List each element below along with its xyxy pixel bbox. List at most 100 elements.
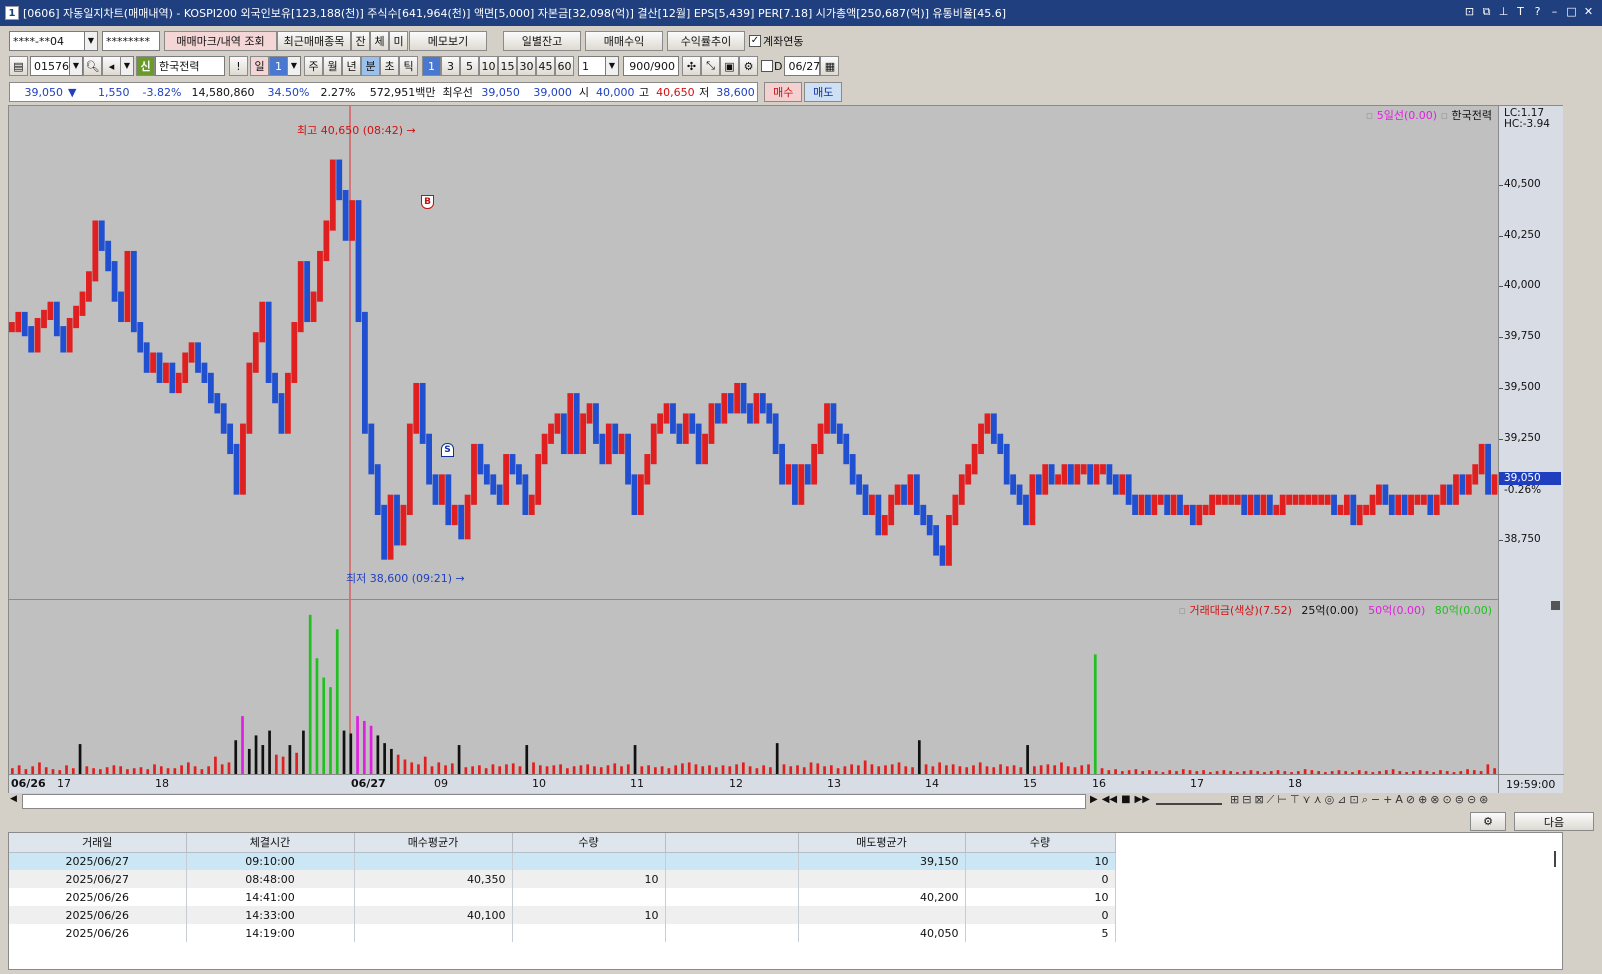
crosshair-icon[interactable]: ✣ bbox=[682, 56, 701, 76]
interval-10-button[interactable]: 10 bbox=[479, 56, 498, 76]
draw-tool-icon[interactable]: ⋏ bbox=[1314, 793, 1322, 807]
chevron-down-icon[interactable]: ▼ bbox=[606, 56, 619, 76]
password-field[interactable]: ******** bbox=[102, 31, 160, 51]
table-row[interactable]: 2025/06/27 09:10:00 39,150 10 bbox=[9, 852, 1116, 870]
draw-tool-icon[interactable]: ◎ bbox=[1325, 793, 1335, 807]
y-axis[interactable]: LC:1.17 HC:-3.94 40,500 40,250 40,000 39,75… bbox=[1498, 106, 1564, 794]
rewind-icon[interactable]: ◀◀ bbox=[1102, 794, 1117, 805]
search-icon[interactable]: 🔍︎ bbox=[83, 56, 102, 76]
trade-mark-query-button[interactable]: 매매마크/내역 조회 bbox=[164, 31, 277, 51]
pin-icon[interactable]: ⊥ bbox=[1496, 4, 1511, 19]
legend-50[interactable]: 50억(0.00) bbox=[1368, 604, 1425, 617]
magnifier-icon[interactable]: ⌕ bbox=[1362, 793, 1368, 807]
draw-tool-icon[interactable]: ⊡ bbox=[1350, 793, 1359, 807]
col-exec-time[interactable]: 체결시간 bbox=[186, 833, 355, 853]
date-input[interactable]: 06/27 bbox=[784, 56, 821, 76]
scroll-left-icon[interactable]: ◀ bbox=[10, 794, 17, 804]
balance-button[interactable]: 잔 bbox=[351, 31, 370, 51]
minus-icon[interactable]: − bbox=[1371, 793, 1380, 807]
period-year-button[interactable]: 년 bbox=[342, 56, 361, 76]
gear-icon[interactable]: ⚙ bbox=[1470, 812, 1506, 831]
buy-marker[interactable]: B bbox=[421, 195, 434, 209]
next-button[interactable]: 다음 bbox=[1514, 812, 1594, 831]
period-day-button[interactable]: 일 bbox=[250, 56, 269, 76]
interval-15-button[interactable]: 15 bbox=[498, 56, 517, 76]
stock-code-input[interactable]: 015760 bbox=[30, 56, 76, 76]
alert-button[interactable]: ! bbox=[229, 56, 248, 76]
pane-collapse-icon[interactable] bbox=[1551, 601, 1560, 610]
col-buy-qty[interactable]: 수량 bbox=[512, 833, 666, 853]
draw-tool-icon[interactable]: ⊿ bbox=[1337, 793, 1346, 807]
sell-marker[interactable]: S bbox=[441, 443, 454, 457]
stock-name-field[interactable]: 한국전력 bbox=[155, 56, 225, 76]
minimize-icon[interactable]: – bbox=[1547, 4, 1562, 19]
interval-60-button[interactable]: 60 bbox=[555, 56, 574, 76]
zoom-tool-icon[interactable]: ⤡ bbox=[701, 56, 720, 76]
period-month-button[interactable]: 월 bbox=[323, 56, 342, 76]
unfilled-button[interactable]: 미 bbox=[389, 31, 408, 51]
legend-trade-amount[interactable]: 거래대금(색상)(7.52) bbox=[1190, 604, 1292, 617]
interval-5-button[interactable]: 5 bbox=[460, 56, 479, 76]
legend-80[interactable]: 80억(0.00) bbox=[1435, 604, 1492, 617]
stop-icon[interactable]: ■ bbox=[1121, 794, 1130, 805]
chevron-down-icon[interactable]: ▼ bbox=[85, 31, 98, 51]
period-week-button[interactable]: 주 bbox=[304, 56, 323, 76]
col-trade-date[interactable]: 거래일 bbox=[9, 833, 187, 853]
account-link-checkbox[interactable]: ✓ 계좌연동 bbox=[749, 33, 803, 49]
close-icon[interactable]: ✕ bbox=[1581, 4, 1596, 19]
x-axis[interactable]: 06/26 17 18 06/27 09 10 11 12 13 14 15 1… bbox=[9, 774, 1498, 794]
chevron-down-icon[interactable]: ▼ bbox=[121, 56, 134, 76]
draw-tool-icon[interactable]: ⊝ bbox=[1467, 793, 1476, 807]
save-icon[interactable]: ▣ bbox=[720, 56, 739, 76]
period-minute-button[interactable]: 분 bbox=[361, 56, 380, 76]
draw-tool-icon[interactable]: ⊜ bbox=[1455, 793, 1464, 807]
table-row[interactable]: 2025/06/26 14:41:00 40,200 10 bbox=[9, 888, 1116, 906]
date-checkbox[interactable]: D bbox=[761, 60, 782, 73]
period-tick-button[interactable]: 틱 bbox=[399, 56, 418, 76]
draw-tool-icon[interactable]: ⊢ bbox=[1277, 793, 1287, 807]
recent-stocks-button[interactable]: 최근매매종목 bbox=[277, 31, 351, 51]
draw-tool-icon[interactable]: ⊤ bbox=[1290, 793, 1300, 807]
price-chart[interactable] bbox=[9, 106, 1498, 599]
interval-3-button[interactable]: 3 bbox=[441, 56, 460, 76]
bar-count-input[interactable]: 900/900 bbox=[623, 56, 679, 76]
speaker-icon[interactable]: ◂ bbox=[102, 56, 121, 76]
profit-rate-trend-button[interactable]: 수익률추이 bbox=[667, 31, 745, 51]
play-icon[interactable]: ▶ bbox=[1090, 794, 1098, 805]
draw-tool-icon[interactable]: ⊗ bbox=[1430, 793, 1439, 807]
gear-icon[interactable]: ⚙ bbox=[739, 56, 758, 76]
table-scrollbar[interactable] bbox=[1554, 851, 1556, 867]
interval-1-button[interactable]: 1 bbox=[422, 56, 441, 76]
trade-amount-chart[interactable] bbox=[9, 600, 1498, 774]
draw-tool-icon[interactable]: ⊞ bbox=[1230, 793, 1239, 807]
interval-30-button[interactable]: 30 bbox=[517, 56, 536, 76]
custom-interval-input[interactable]: 1 bbox=[578, 56, 606, 76]
text-tool-icon[interactable]: A bbox=[1395, 793, 1403, 807]
table-row[interactable]: 2025/06/26 14:19:00 40,050 5 bbox=[9, 924, 1116, 942]
chevron-down-icon[interactable]: ▼ bbox=[70, 56, 83, 76]
executed-button[interactable]: 체 bbox=[370, 31, 389, 51]
table-row[interactable]: 2025/06/26 14:33:00 40,100 10 0 bbox=[9, 906, 1116, 924]
col-buy-avg[interactable]: 매수평균가 bbox=[354, 833, 513, 853]
calendar-icon[interactable]: ▦ bbox=[820, 56, 840, 76]
layout-icon[interactable]: ▤ bbox=[9, 56, 28, 76]
interval-45-button[interactable]: 45 bbox=[536, 56, 555, 76]
trade-profit-button[interactable]: 매매수익 bbox=[585, 31, 663, 51]
plus-icon[interactable]: + bbox=[1383, 793, 1392, 807]
legend-ma5[interactable]: 5일선(0.00) bbox=[1377, 109, 1437, 122]
zoom-slider[interactable] bbox=[1156, 796, 1222, 805]
legend-25[interactable]: 25억(0.00) bbox=[1301, 604, 1358, 617]
chart-area[interactable]: ▫ 5일선(0.00) ▫ 한국전력 ▫ 거래대금(색상)(7.52) 25억(… bbox=[8, 105, 1564, 794]
account-select[interactable]: ****-**04 bbox=[9, 31, 85, 51]
draw-tool-icon[interactable]: ⋎ bbox=[1303, 793, 1311, 807]
sell-button[interactable]: 매도 bbox=[804, 82, 843, 102]
link-icon[interactable]: ⊡ bbox=[1462, 4, 1477, 19]
chart-scrollbar[interactable] bbox=[22, 794, 1086, 809]
draw-tool-icon[interactable]: ⊠ bbox=[1254, 793, 1263, 807]
period-second-button[interactable]: 초 bbox=[380, 56, 399, 76]
draw-tool-icon[interactable]: ⊕ bbox=[1418, 793, 1427, 807]
maximize-icon[interactable]: □ bbox=[1564, 4, 1579, 19]
draw-tool-icon[interactable]: ⊙ bbox=[1443, 793, 1452, 807]
daily-balance-button[interactable]: 일별잔고 bbox=[503, 31, 581, 51]
fast-forward-icon[interactable]: ▶▶ bbox=[1135, 794, 1150, 805]
